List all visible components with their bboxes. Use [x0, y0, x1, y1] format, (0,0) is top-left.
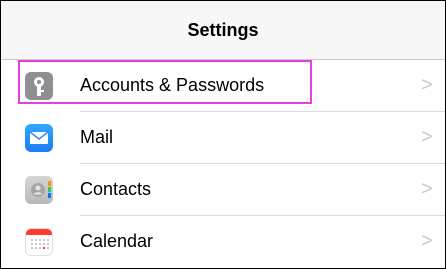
- settings-row-accounts-passwords[interactable]: Accounts & Passwords >: [1, 60, 445, 112]
- settings-row-label: Mail: [80, 127, 114, 147]
- chevron-right-icon: >: [421, 74, 433, 96]
- settings-row-label: Accounts & Passwords: [80, 75, 265, 95]
- navigation-bar: Settings: [1, 1, 445, 60]
- calendar-icon: [25, 228, 53, 256]
- chevron-right-icon: >: [421, 126, 433, 148]
- contacts-icon: [25, 176, 53, 204]
- settings-row-label: Calendar: [80, 231, 154, 251]
- chevron-right-icon: >: [421, 178, 433, 200]
- settings-row-calendar[interactable]: Calendar >: [1, 216, 445, 268]
- settings-row-mail[interactable]: Mail >: [1, 112, 445, 164]
- settings-row-contacts[interactable]: Contacts >: [1, 164, 445, 216]
- settings-window: Settings Accounts & Passwords > Mail > C…: [0, 0, 446, 269]
- settings-row-label: Contacts: [80, 179, 152, 199]
- page-title: Settings: [187, 20, 259, 40]
- envelope-icon: [25, 124, 53, 152]
- settings-list: Accounts & Passwords > Mail > Contacts >…: [1, 60, 445, 268]
- chevron-right-icon: >: [421, 230, 433, 252]
- key-icon: [25, 72, 53, 100]
